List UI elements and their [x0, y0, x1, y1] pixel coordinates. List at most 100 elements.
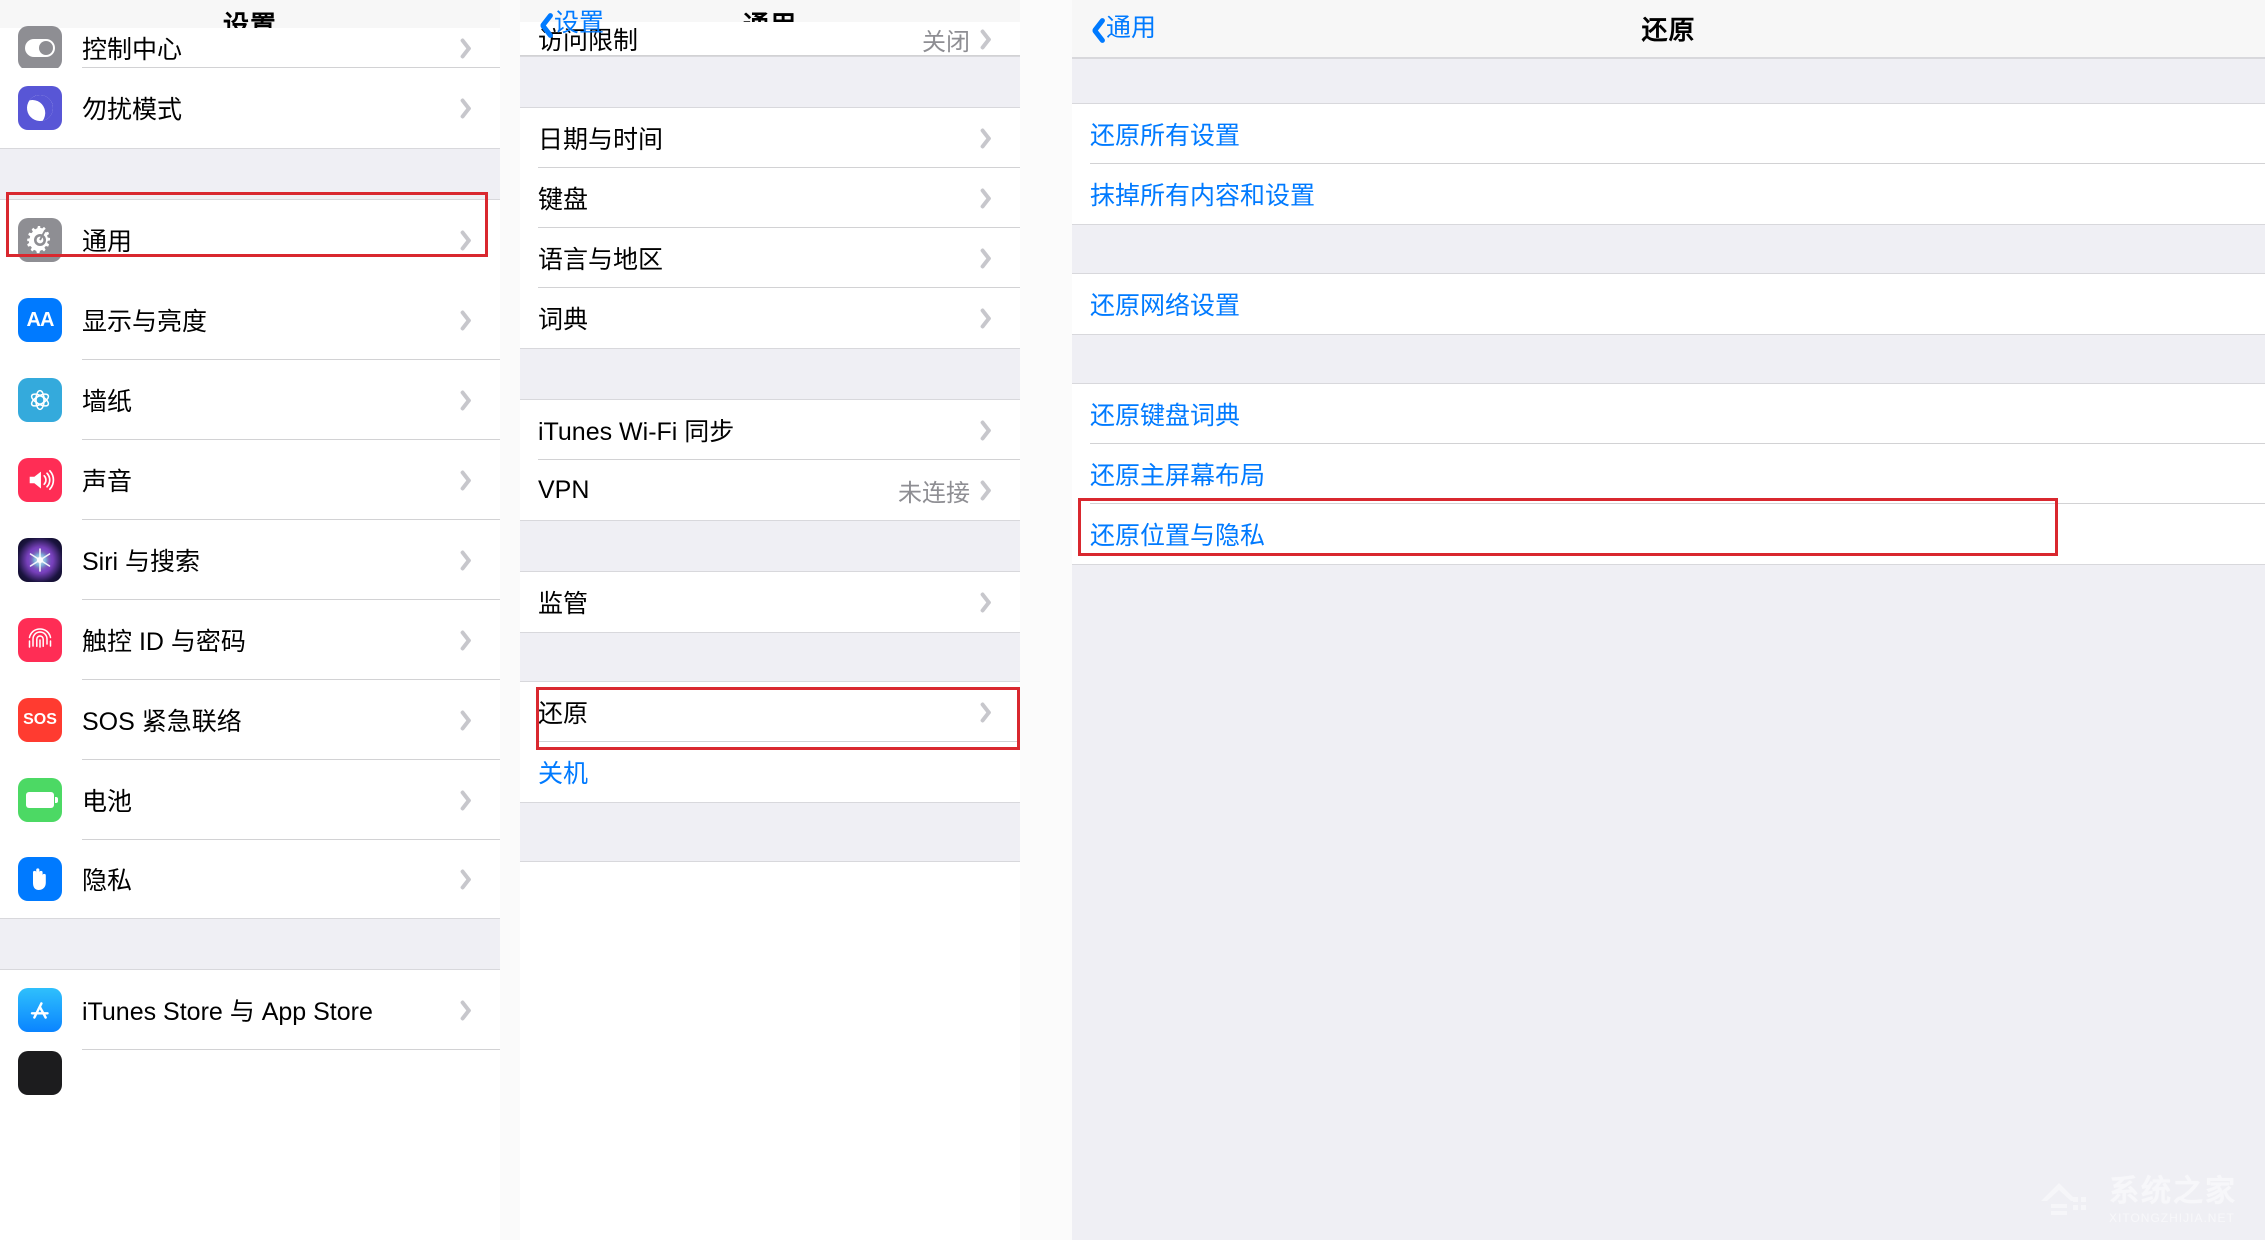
- general-item-date-time[interactable]: 日期与时间: [520, 108, 1020, 168]
- three-panel-screenshot: 设置 控制中心 勿扰模式 通用 AA 显示与亮度 墙纸 声音 Siri 与搜索 …: [0, 0, 2265, 1240]
- row-label: 电池: [82, 788, 133, 816]
- battery-icon: [18, 778, 62, 822]
- sidebar-item-wallpaper[interactable]: 墙纸: [0, 360, 500, 440]
- row-label: iTunes Wi-Fi 同步: [538, 418, 735, 446]
- chevron-right-icon: [464, 388, 478, 412]
- general-panel: 设置 通用 访问限制 关闭 日期与时间 键盘: [520, 0, 1020, 1240]
- sidebar-item-battery[interactable]: 电池: [0, 760, 500, 840]
- chevron-left-icon: [1084, 15, 1100, 43]
- chevron-right-icon: [984, 700, 998, 724]
- control-center-icon: [18, 26, 62, 70]
- panel-divider-2: [1020, 0, 1072, 1240]
- chevron-right-icon: [464, 308, 478, 332]
- chevron-right-icon: [464, 468, 478, 492]
- reset-item-erase-all-content[interactable]: 抹掉所有内容和设置: [1072, 164, 2265, 224]
- sidebar-item-sounds[interactable]: 声音: [0, 440, 500, 520]
- row-value: 关闭: [922, 28, 970, 56]
- app-store-icon: [18, 988, 62, 1032]
- section-gap: [520, 56, 1020, 108]
- chevron-right-icon: [984, 126, 998, 150]
- sidebar-item-general[interactable]: 通用: [0, 200, 500, 280]
- sidebar-item-siri-search[interactable]: Siri 与搜索: [0, 520, 500, 600]
- row-label: 墙纸: [82, 388, 133, 416]
- section-gap: [1072, 334, 2265, 384]
- chevron-right-icon: [464, 548, 478, 572]
- sidebar-item-display-brightness[interactable]: AA 显示与亮度: [0, 280, 500, 360]
- sidebar-item-control-center[interactable]: 控制中心: [0, 26, 500, 70]
- section-gap: [520, 632, 1020, 682]
- chevron-right-icon: [464, 628, 478, 652]
- reset-panel: 通用 还原 还原所有设置 抹掉所有内容和设置 还原网络设置 还原键盘词典 还原主…: [1072, 0, 2265, 1240]
- privacy-hand-icon: [18, 857, 62, 901]
- reset-item-network-settings[interactable]: 还原网络设置: [1072, 274, 2265, 334]
- section-gap: [0, 148, 500, 200]
- chevron-right-icon: [464, 708, 478, 732]
- row-label: Siri 与搜索: [82, 548, 201, 576]
- chevron-right-icon: [984, 306, 998, 330]
- display-brightness-icon: AA: [18, 298, 62, 342]
- general-item-language-region[interactable]: 语言与地区: [520, 228, 1020, 288]
- general-item-shutdown[interactable]: 关机: [520, 742, 1020, 802]
- back-to-settings-button[interactable]: 设置: [520, 10, 604, 38]
- reset-item-home-screen-layout[interactable]: 还原主屏幕布局: [1072, 444, 2265, 504]
- chevron-left-icon: [532, 10, 548, 38]
- section-gap: [520, 348, 1020, 400]
- chevron-right-icon: [984, 478, 998, 502]
- reset-item-all-settings[interactable]: 还原所有设置: [1072, 104, 2265, 164]
- row-label: VPN: [538, 475, 590, 504]
- general-gear-icon: [18, 218, 62, 262]
- reset-item-location-privacy[interactable]: 还原位置与隐私: [1072, 504, 2265, 564]
- reset-navbar: 通用 还原: [1072, 0, 2265, 58]
- row-label: 词典: [538, 306, 589, 334]
- touch-id-icon: [18, 618, 62, 662]
- chevron-right-icon: [464, 998, 478, 1022]
- sidebar-item-itunes-app-store[interactable]: iTunes Store 与 App Store: [0, 970, 500, 1050]
- sidebar-item-touch-id-passcode[interactable]: 触控 ID 与密码: [0, 600, 500, 680]
- chevron-right-icon: [984, 590, 998, 614]
- row-label: 声音: [82, 468, 133, 496]
- chevron-right-icon: [464, 228, 478, 252]
- general-item-dictionary[interactable]: 词典: [520, 288, 1020, 348]
- row-label: 还原位置与隐私: [1090, 522, 1266, 550]
- back-label: 通用: [1106, 14, 1157, 42]
- row-label: 通用: [82, 228, 133, 256]
- section-gap: [1072, 58, 2265, 104]
- row-label: 还原: [538, 700, 589, 728]
- general-item-reset[interactable]: 还原: [520, 682, 1020, 742]
- settings-panel: 设置 控制中心 勿扰模式 通用 AA 显示与亮度 墙纸 声音 Siri 与搜索 …: [0, 0, 500, 1240]
- wallpaper-icon: [18, 378, 62, 422]
- row-label: 还原主屏幕布局: [1090, 462, 1266, 490]
- sidebar-item-partial-bottom[interactable]: [0, 1050, 500, 1096]
- section-gap: [0, 918, 500, 970]
- row-label: 显示与亮度: [82, 308, 208, 336]
- bottom-filler: [1072, 564, 2265, 1240]
- general-item-itunes-wifi-sync[interactable]: iTunes Wi-Fi 同步: [520, 400, 1020, 460]
- vpn-status-value: 未连接: [898, 479, 970, 507]
- sidebar-item-do-not-disturb[interactable]: 勿扰模式: [0, 68, 500, 148]
- row-label: 隐私: [82, 867, 133, 895]
- row-label: 还原所有设置: [1090, 122, 1241, 150]
- chevron-right-icon: [984, 27, 998, 51]
- row-label: 控制中心: [82, 36, 183, 64]
- reset-title: 还原: [1641, 15, 1696, 45]
- chevron-right-icon: [984, 186, 998, 210]
- general-item-vpn[interactable]: VPN 未连接: [520, 460, 1020, 520]
- chevron-right-icon: [984, 418, 998, 442]
- chevron-right-icon: [464, 96, 478, 120]
- back-to-general-button[interactable]: 通用: [1072, 15, 1156, 43]
- row-label: 日期与时间: [538, 126, 664, 154]
- sidebar-item-privacy[interactable]: 隐私: [0, 840, 500, 918]
- row-label: iTunes Store 与 App Store: [82, 998, 373, 1026]
- general-item-keyboard[interactable]: 键盘: [520, 168, 1020, 228]
- row-label: 关机: [538, 760, 589, 788]
- chevron-right-icon: [464, 867, 478, 891]
- settings-list: 控制中心 勿扰模式 通用 AA 显示与亮度 墙纸 声音 Siri 与搜索 触控 …: [0, 26, 500, 1096]
- reset-item-keyboard-dictionary[interactable]: 还原键盘词典: [1072, 384, 2265, 444]
- general-item-supervision[interactable]: 监管: [520, 572, 1020, 632]
- row-label: 抹掉所有内容和设置: [1090, 182, 1316, 210]
- reset-list: 还原所有设置 抹掉所有内容和设置 还原网络设置 还原键盘词典 还原主屏幕布局 还…: [1072, 58, 2265, 1240]
- sidebar-item-emergency-sos[interactable]: SOS SOS 紧急联络: [0, 680, 500, 760]
- panel-divider-1: [500, 0, 520, 1240]
- chevron-right-icon: [984, 246, 998, 270]
- section-gap: [520, 802, 1020, 862]
